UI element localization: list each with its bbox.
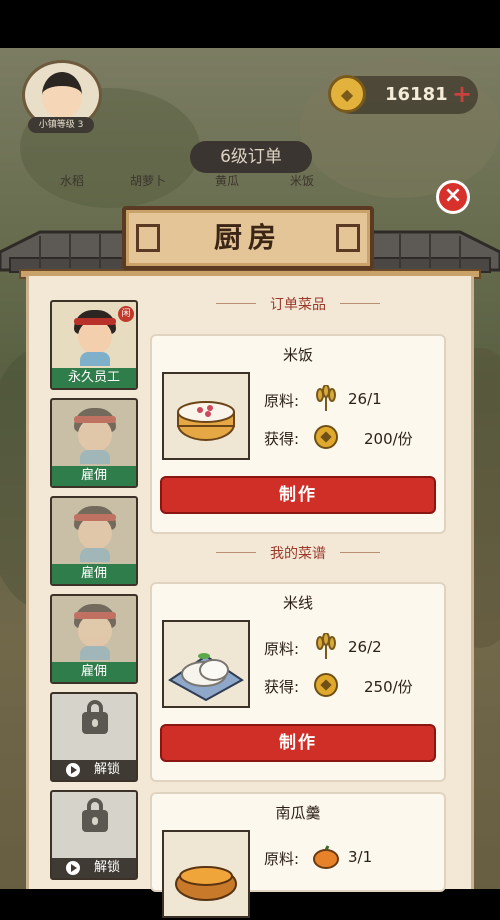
close-button[interactable]: × (436, 180, 470, 214)
ingredient-count: 26/1 (348, 390, 382, 408)
make-rice-button[interactable]: 制作 (160, 476, 436, 514)
chef-portrait (70, 310, 120, 366)
reward-label: 获得: (264, 430, 300, 448)
order-tab-rice[interactable]: 米饭 (290, 172, 314, 189)
ingredient-label: 原料: (264, 640, 300, 658)
unlock-label: 解锁 (94, 860, 121, 875)
locked-staff-slot[interactable]: 解锁 (50, 790, 138, 880)
video-play-icon (66, 763, 80, 777)
order-tab-cucumber[interactable]: 黄瓜 (215, 172, 239, 189)
ingredient-label: 原料: (264, 850, 300, 868)
section-title: 我的菜谱 (270, 546, 326, 562)
staff-slot-hire-3[interactable]: 雇佣 (50, 594, 138, 684)
ingredient-count: 26/2 (348, 638, 382, 656)
avatar-face (42, 72, 82, 118)
kitchen-title: 厨房 (213, 221, 282, 254)
add-coins-button[interactable]: + (452, 80, 472, 108)
coin-icon: ◆ (328, 75, 366, 113)
ingredient-label: 原料: (264, 392, 300, 410)
reward-label: 获得: (264, 678, 300, 696)
pumpkin-icon (312, 843, 340, 871)
section-title: 订单菜品 (270, 297, 326, 313)
pumpkin-soup-dish-icon (162, 830, 250, 918)
coin-icon (312, 671, 340, 699)
order-tab-carrot[interactable]: 胡萝卜 (130, 172, 166, 189)
section-order-dishes: 订单菜品 (150, 294, 446, 314)
coin-icon (312, 423, 340, 451)
idle-badge: 闲 (118, 306, 134, 322)
dish-name: 米线 (282, 594, 313, 612)
dish-name: 米饭 (282, 346, 313, 364)
coin-value: 16181 (385, 84, 448, 105)
reward-amount: 250/份 (364, 678, 413, 696)
lock-icon (82, 798, 108, 832)
lock-icon (82, 700, 108, 734)
dish-name: 南瓜羹 (275, 804, 321, 822)
hire-button[interactable]: 雇佣 (52, 466, 136, 486)
staff-label: 永久员工 (52, 368, 136, 388)
hire-button[interactable]: 雇佣 (52, 662, 136, 682)
order-level-title: 6级订单 (190, 141, 312, 173)
reward-amount: 200/份 (364, 430, 413, 448)
staff-slot-hire-1[interactable]: 雇佣 (50, 398, 138, 488)
rice-dish-icon (162, 372, 250, 460)
hire-button[interactable]: 雇佣 (52, 564, 136, 584)
section-my-recipes: 我的菜谱 (150, 543, 446, 563)
unlock-button[interactable]: 解锁 (52, 858, 136, 878)
locked-staff-slot[interactable]: 解锁 (50, 692, 138, 782)
order-tab-rice-crop[interactable]: 水稻 (60, 172, 84, 189)
staff-slot-permanent[interactable]: 闲 永久员工 (50, 300, 138, 390)
chef-portrait (70, 506, 120, 562)
order-tabs: 水稻 胡萝卜 黄瓜 米饭 (40, 172, 380, 196)
rice-plant-icon (312, 632, 340, 661)
kitchen-sign: 厨房 (122, 206, 374, 270)
chef-portrait (70, 408, 120, 464)
video-play-icon (66, 861, 80, 875)
make-rice-noodle-button[interactable]: 制作 (160, 724, 436, 762)
top-bar (0, 0, 500, 48)
ingredient-count: 3/1 (348, 848, 373, 866)
dish-card-pumpkin-soup: 南瓜羹 原料: 3/1 (150, 792, 446, 918)
chef-portrait (70, 604, 120, 660)
rice-plant-icon (312, 384, 340, 413)
staff-slot-hire-2[interactable]: 雇佣 (50, 496, 138, 586)
unlock-button[interactable]: 解锁 (52, 760, 136, 780)
unlock-label: 解锁 (94, 762, 121, 777)
rice-noodle-dish-icon (162, 620, 250, 708)
town-level-tag: 小镇等级 3 (28, 117, 94, 133)
